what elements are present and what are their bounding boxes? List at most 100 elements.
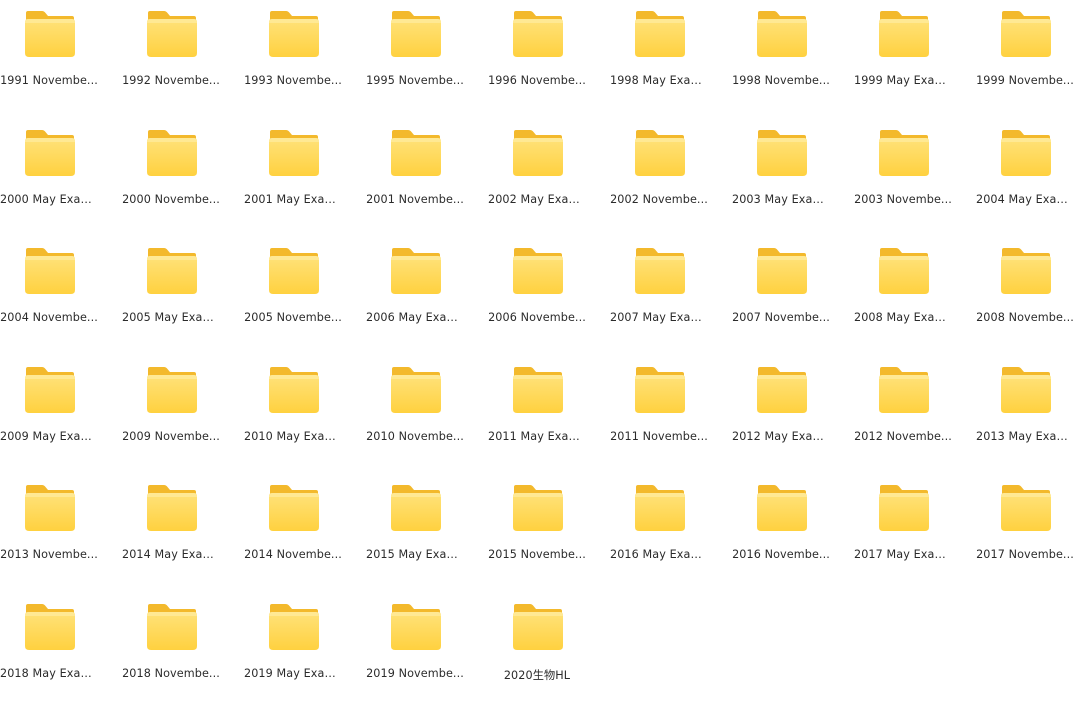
folder-item[interactable]: 2020生物HL	[476, 601, 598, 719]
folder-item[interactable]: 2015 May Exam...	[354, 482, 476, 601]
folder-icon	[266, 484, 322, 532]
folder-icon	[754, 10, 810, 58]
folder-name: 2014 May Exam...	[122, 548, 220, 561]
folder-icon	[998, 366, 1054, 414]
folder-name: 2000 May Exam...	[0, 193, 98, 206]
folder-item[interactable]: 2005 Novembe...	[232, 245, 354, 364]
folder-name: 1998 May Exam...	[610, 74, 708, 87]
folder-name: 1996 Novembe...	[488, 74, 586, 87]
folder-item[interactable]: 2004 May Exam...	[964, 127, 1080, 246]
folder-item[interactable]: 2013 Novembe...	[0, 482, 110, 601]
folder-item[interactable]: 1992 Novembe...	[110, 8, 232, 127]
folder-item[interactable]: 2018 May Exam...	[0, 601, 110, 719]
folder-icon	[632, 484, 688, 532]
folder-icon	[144, 484, 200, 532]
folder-item[interactable]: 2018 Novembe...	[110, 601, 232, 719]
folder-name: 2010 Novembe...	[366, 430, 464, 443]
folder-item[interactable]: 2013 May Exam...	[964, 364, 1080, 483]
folder-item[interactable]: 2002 Novembe...	[598, 127, 720, 246]
folder-icon	[266, 603, 322, 651]
folder-name: 2009 Novembe...	[122, 430, 220, 443]
folder-item[interactable]: 2000 May Exam...	[0, 127, 110, 246]
folder-item[interactable]: 2014 Novembe...	[232, 482, 354, 601]
folder-name: 1991 Novembe...	[0, 74, 98, 87]
folder-name: 2009 May Exam...	[0, 430, 98, 443]
folder-item[interactable]: 2011 Novembe...	[598, 364, 720, 483]
folder-item[interactable]: 2006 May Exam...	[354, 245, 476, 364]
folder-name: 2001 Novembe...	[366, 193, 464, 206]
folder-name: 2004 Novembe...	[0, 311, 98, 324]
folder-item[interactable]: 2012 Novembe...	[842, 364, 964, 483]
folder-item[interactable]: 1996 Novembe...	[476, 8, 598, 127]
folder-icon	[632, 129, 688, 177]
folder-name: 1992 Novembe...	[122, 74, 220, 87]
folder-item[interactable]: 2001 Novembe...	[354, 127, 476, 246]
folder-item[interactable]: 2016 Novembe...	[720, 482, 842, 601]
folder-icon	[144, 10, 200, 58]
folder-name: 2017 May Exam...	[854, 548, 952, 561]
folder-grid: 1991 Novembe... 1992 Novembe...	[0, 0, 1068, 687]
folder-icon	[22, 129, 78, 177]
folder-icon	[754, 484, 810, 532]
folder-name: 2018 Novembe...	[122, 667, 220, 680]
folder-item[interactable]: 2011 May Exam...	[476, 364, 598, 483]
folder-item[interactable]: 2007 May Exam...	[598, 245, 720, 364]
folder-item[interactable]: 2017 Novembe...	[964, 482, 1080, 601]
folder-icon	[388, 603, 444, 651]
folder-item[interactable]: 2014 May Exam...	[110, 482, 232, 601]
folder-icon	[632, 10, 688, 58]
folder-icon	[876, 129, 932, 177]
folder-icon	[632, 366, 688, 414]
folder-item[interactable]: 2003 May Exam...	[720, 127, 842, 246]
folder-item[interactable]: 2008 May Exam...	[842, 245, 964, 364]
folder-name: 2017 Novembe...	[976, 548, 1074, 561]
folder-item[interactable]: 2019 Novembe...	[354, 601, 476, 719]
folder-name: 2016 May Exam...	[610, 548, 708, 561]
folder-icon	[22, 603, 78, 651]
folder-item[interactable]: 2007 Novembe...	[720, 245, 842, 364]
folder-item[interactable]: 2001 May Exam...	[232, 127, 354, 246]
folder-item[interactable]: 2012 May Exam...	[720, 364, 842, 483]
folder-name: 2001 May Exam...	[244, 193, 342, 206]
folder-item[interactable]: 2006 Novembe...	[476, 245, 598, 364]
folder-item[interactable]: 1998 Novembe...	[720, 8, 842, 127]
folder-item[interactable]: 2000 Novembe...	[110, 127, 232, 246]
folder-item[interactable]: 2017 May Exam...	[842, 482, 964, 601]
folder-item[interactable]: 1995 Novembe...	[354, 8, 476, 127]
folder-item[interactable]: 2009 May Exam...	[0, 364, 110, 483]
folder-icon	[388, 10, 444, 58]
folder-name: 2013 Novembe...	[0, 548, 98, 561]
folder-item[interactable]: 2003 Novembe...	[842, 127, 964, 246]
folder-item[interactable]: 1998 May Exam...	[598, 8, 720, 127]
folder-icon	[632, 247, 688, 295]
folder-name: 2007 Novembe...	[732, 311, 830, 324]
folder-item[interactable]: 1999 Novembe...	[964, 8, 1080, 127]
folder-item[interactable]: 2010 May Exam...	[232, 364, 354, 483]
folder-item[interactable]: 2005 May Exam...	[110, 245, 232, 364]
folder-item[interactable]: 2010 Novembe...	[354, 364, 476, 483]
folder-item[interactable]: 2008 Novembe...	[964, 245, 1080, 364]
folder-icon	[876, 10, 932, 58]
folder-item[interactable]: 2009 Novembe...	[110, 364, 232, 483]
folder-item[interactable]: 1999 May Exam...	[842, 8, 964, 127]
folder-icon	[510, 129, 566, 177]
folder-name: 1999 Novembe...	[976, 74, 1074, 87]
folder-name: 1998 Novembe...	[732, 74, 830, 87]
folder-item[interactable]: 2004 Novembe...	[0, 245, 110, 364]
folder-name: 1999 May Exam...	[854, 74, 952, 87]
folder-item[interactable]: 1993 Novembe...	[232, 8, 354, 127]
folder-name: 2019 Novembe...	[366, 667, 464, 680]
folder-icon	[144, 603, 200, 651]
folder-item[interactable]: 1991 Novembe...	[0, 8, 110, 127]
folder-item[interactable]: 2002 May Exam...	[476, 127, 598, 246]
folder-icon	[510, 603, 566, 651]
folder-name: 2008 May Exam...	[854, 311, 952, 324]
folder-item[interactable]: 2019 May Exam...	[232, 601, 354, 719]
folder-item[interactable]: 2016 May Exam...	[598, 482, 720, 601]
folder-name: 2012 May Exam...	[732, 430, 830, 443]
folder-item[interactable]: 2015 Novembe...	[476, 482, 598, 601]
folder-icon	[754, 366, 810, 414]
folder-icon	[144, 366, 200, 414]
folder-icon	[266, 10, 322, 58]
folder-icon	[22, 247, 78, 295]
